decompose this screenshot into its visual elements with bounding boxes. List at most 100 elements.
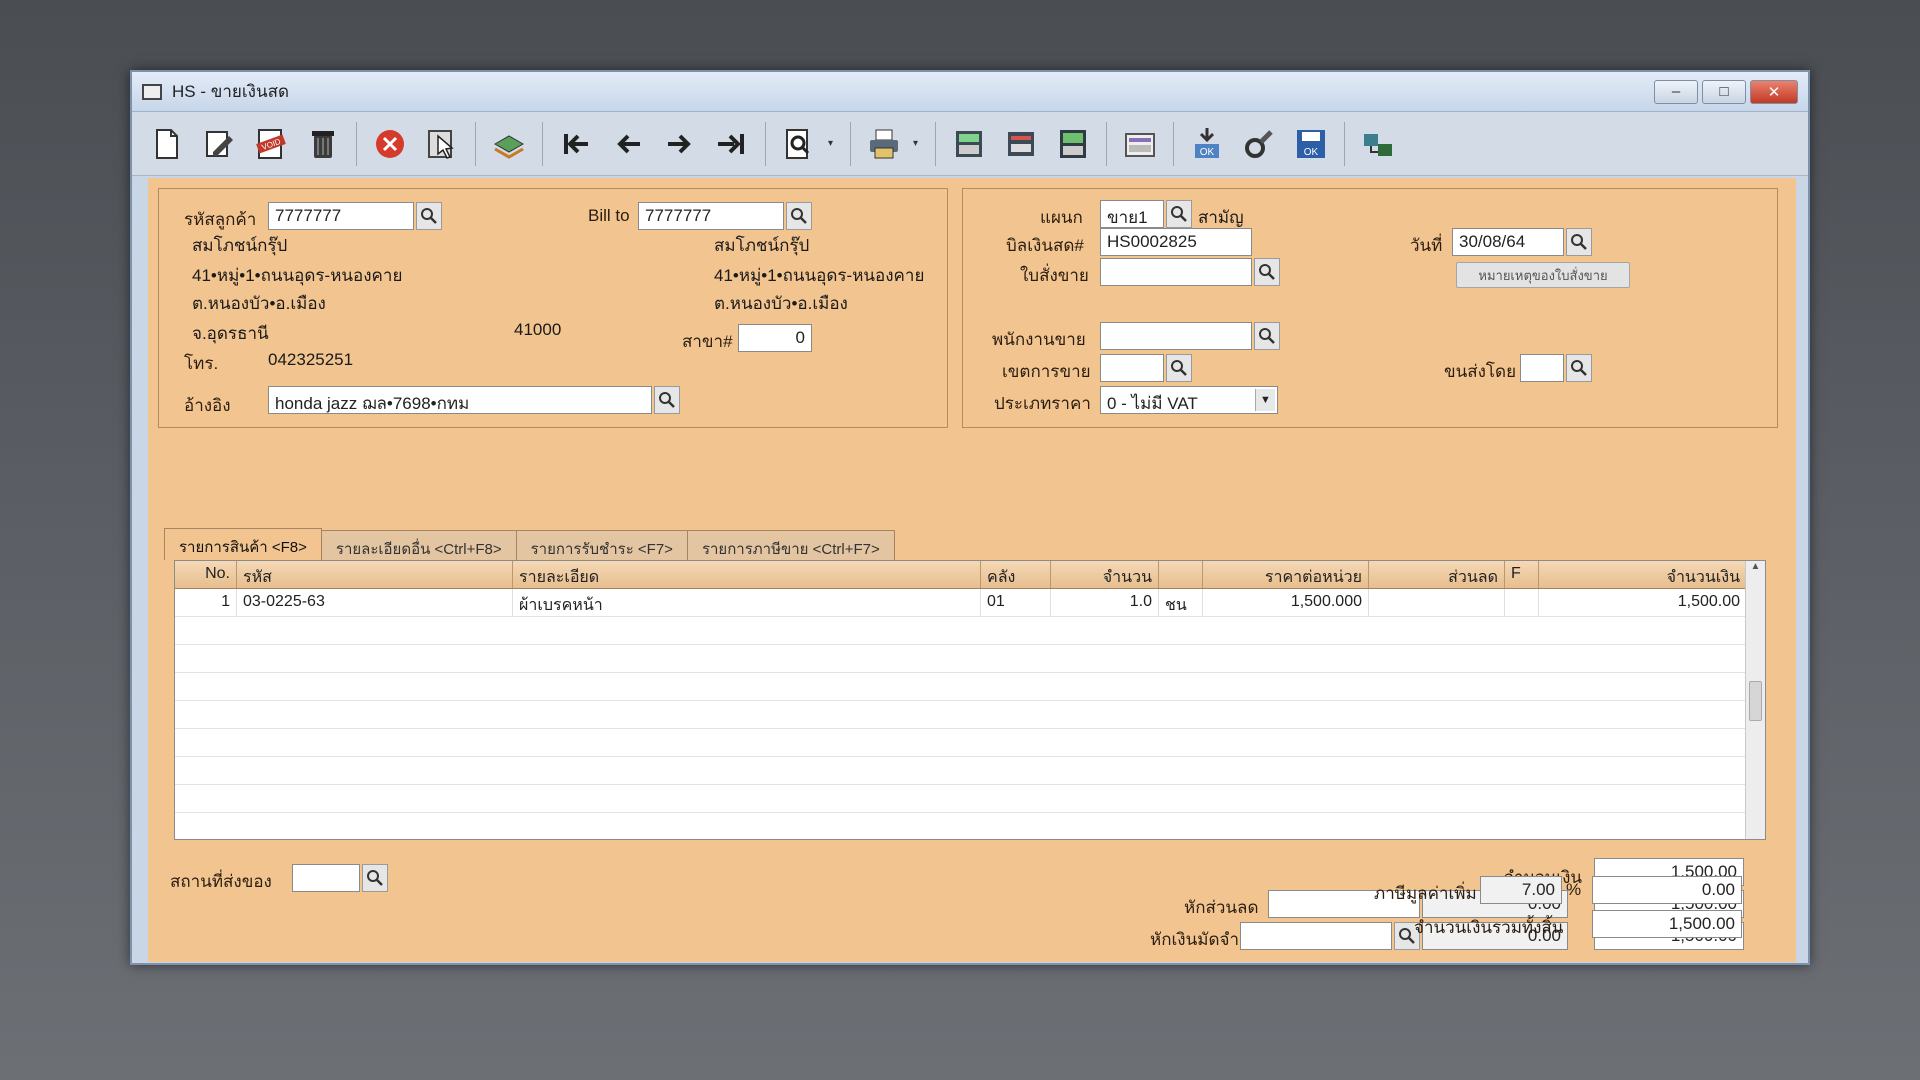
stack-icon[interactable] [486, 121, 532, 167]
customer-address-1: 41•หมู่•1•ถนนอุดร-หนองคาย [192, 266, 403, 285]
table-row[interactable] [175, 673, 1765, 701]
ok-save-icon[interactable]: OK [1288, 121, 1334, 167]
void-icon[interactable]: VOID [248, 121, 294, 167]
col-amount[interactable]: จำนวนเงิน [1539, 561, 1747, 588]
table-row[interactable] [175, 617, 1765, 645]
printer-red-icon[interactable] [998, 121, 1044, 167]
toolbar-separator [356, 121, 357, 166]
ship-place-input[interactable] [292, 864, 360, 892]
ship-by-input[interactable] [1520, 354, 1564, 382]
grid-scrollbar[interactable]: ▲ [1745, 561, 1765, 839]
col-code[interactable]: รหัส [237, 561, 513, 588]
col-quantity[interactable]: จำนวน [1051, 561, 1159, 588]
discount-label: หักส่วนลด [1184, 898, 1259, 917]
col-unit[interactable] [1159, 561, 1203, 588]
salesman-input[interactable] [1100, 322, 1252, 350]
prev-record-icon[interactable] [605, 121, 651, 167]
col-description[interactable]: รายละเอียด [513, 561, 981, 588]
search-doc-icon[interactable] [776, 121, 822, 167]
next-record-icon[interactable] [657, 121, 703, 167]
dropdown-caret-icon[interactable]: ▾ [913, 138, 925, 149]
deposit-search-icon[interactable] [1394, 922, 1420, 950]
items-grid[interactable]: No. รหัส รายละเอียด คลัง จำนวน ราคาต่อหน… [174, 560, 1766, 840]
table-row[interactable] [175, 729, 1765, 757]
close-button[interactable]: ✕ [1750, 79, 1798, 104]
cell-unit-price: 1,500.000 [1203, 589, 1369, 616]
network-icon[interactable] [1355, 121, 1401, 167]
bill-to-search-icon[interactable] [786, 202, 812, 230]
first-record-icon[interactable] [553, 121, 599, 167]
trash-icon[interactable] [300, 121, 346, 167]
col-f[interactable]: F [1505, 561, 1539, 588]
cell-amount: 1,500.00 [1539, 589, 1747, 616]
form-area: รหัสลูกค้า 7777777 สมโภชน์กรุ๊ป 41•หมู่•… [148, 178, 1796, 962]
salesman-search-icon[interactable] [1254, 322, 1280, 350]
ok-pin-icon[interactable]: OK [1184, 121, 1230, 167]
last-record-icon[interactable] [709, 121, 755, 167]
price-type-select[interactable]: 0 - ไม่มี VAT ▼ [1100, 386, 1278, 414]
deposit-label: หักเงินมัดจำ [1150, 930, 1239, 949]
title-bar[interactable]: HS - ขายเงินสด – □ ✕ [132, 72, 1808, 112]
table-row[interactable] [175, 645, 1765, 673]
cancel-icon[interactable] [367, 121, 413, 167]
tab-payments[interactable]: รายการรับชำระ <F7> [515, 530, 688, 560]
customer-address-3: จ.อุดรธานี [192, 324, 269, 343]
keyboard-icon[interactable] [1117, 121, 1163, 167]
order-note-button[interactable]: หมายเหตุของใบสั่งขาย [1456, 262, 1630, 288]
col-no[interactable]: No. [175, 561, 237, 588]
branch-input[interactable]: 0 [738, 324, 812, 352]
ship-by-search-icon[interactable] [1566, 354, 1592, 382]
ship-place-search-icon[interactable] [362, 864, 388, 892]
department-input[interactable]: ขาย1 [1100, 200, 1164, 228]
bill-to-input[interactable]: 7777777 [638, 202, 784, 230]
customer-address-2: ต.หนองบัว•อ.เมือง [192, 294, 326, 313]
reference-search-icon[interactable] [654, 386, 680, 414]
window-controls: – □ ✕ [1654, 79, 1798, 104]
col-warehouse[interactable]: คลัง [981, 561, 1051, 588]
sales-area-search-icon[interactable] [1166, 354, 1192, 382]
col-discount[interactable]: ส่วนลด [1369, 561, 1505, 588]
new-doc-icon[interactable] [144, 121, 190, 167]
cell-f [1505, 589, 1539, 616]
dropdown-caret-icon[interactable]: ▾ [828, 138, 840, 149]
table-row[interactable]: 1 03-0225-63 ผ้าเบรคหน้า 01 1.0 ชน 1,500… [175, 589, 1765, 617]
pointer-icon[interactable] [419, 121, 465, 167]
toolbar: VOID ▾ ▾ OK OK [132, 112, 1808, 176]
date-input[interactable]: 30/08/64 [1452, 228, 1564, 256]
bill-number-label: บิลเงินสด# [1006, 236, 1084, 255]
cell-description: ผ้าเบรคหน้า [513, 589, 981, 616]
department-search-icon[interactable] [1166, 200, 1192, 228]
tab-other-details[interactable]: รายละเอียดอื่น <Ctrl+F8> [320, 530, 517, 560]
branch-label: สาขา# [682, 332, 733, 351]
bill-to-name: สมโภชน์กรุ๊ป [714, 236, 810, 255]
bill-number-input[interactable]: HS0002825 [1100, 228, 1252, 256]
toolbar-separator [935, 121, 936, 166]
scroll-thumb[interactable] [1749, 681, 1762, 721]
sales-area-input[interactable] [1100, 354, 1164, 382]
tools-icon[interactable] [1236, 121, 1282, 167]
chevron-down-icon[interactable]: ▼ [1255, 389, 1275, 411]
vat-rate-input[interactable]: 7.00 [1480, 876, 1562, 904]
table-row[interactable] [175, 701, 1765, 729]
calc-screen-icon[interactable] [1050, 121, 1096, 167]
tab-sales-tax[interactable]: รายการภาษีขาย <Ctrl+F7> [686, 530, 895, 560]
edit-icon[interactable] [196, 121, 242, 167]
customer-code-input[interactable]: 7777777 [268, 202, 414, 230]
minimize-button[interactable]: – [1654, 79, 1698, 104]
date-picker-icon[interactable] [1566, 228, 1592, 256]
deposit-input[interactable] [1240, 922, 1392, 950]
customer-search-icon[interactable] [416, 202, 442, 230]
scroll-up-icon[interactable]: ▲ [1746, 561, 1765, 579]
calc-green-icon[interactable] [946, 121, 992, 167]
maximize-button[interactable]: □ [1702, 79, 1746, 104]
printer-icon[interactable] [861, 121, 907, 167]
table-row[interactable] [175, 785, 1765, 813]
sales-order-input[interactable] [1100, 258, 1252, 286]
reference-input[interactable]: honda jazz ฌล•7698•กทม [268, 386, 652, 414]
customer-name: สมโภชน์กรุ๊ป [192, 236, 288, 255]
table-row[interactable] [175, 757, 1765, 785]
tab-items[interactable]: รายการสินค้า <F8> [164, 528, 322, 560]
col-unit-price[interactable]: ราคาต่อหน่วย [1203, 561, 1369, 588]
tel-label: โทร. [184, 354, 219, 373]
sales-order-search-icon[interactable] [1254, 258, 1280, 286]
